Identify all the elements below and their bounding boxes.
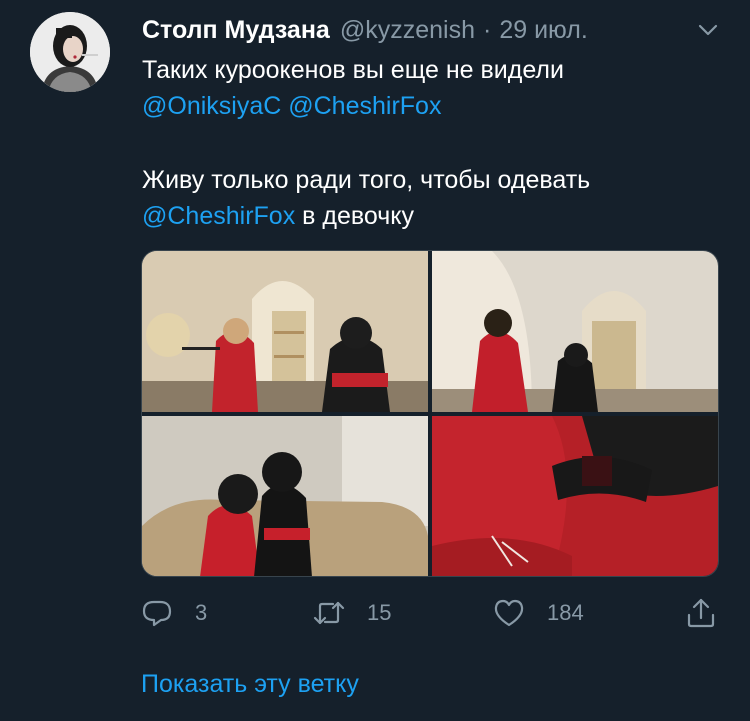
mention-link[interactable]: @OniksiyaC	[142, 92, 281, 120]
photo-1[interactable]	[142, 251, 428, 412]
show-thread-link[interactable]: Показать эту ветку	[141, 670, 359, 699]
reply-button[interactable]: 3	[141, 594, 207, 632]
tweet-line: Таких куроокенов вы еще не видели	[142, 52, 722, 88]
avatar-image	[30, 12, 110, 92]
separator-dot: ·	[483, 15, 492, 44]
tweet-actions: 3 15 184	[141, 594, 721, 632]
author-handle[interactable]: @kyzzenish	[340, 16, 475, 45]
tweet-line-text: в девочку	[302, 202, 414, 230]
like-count: 184	[547, 600, 584, 625]
mention-link[interactable]: @CheshirFox	[142, 202, 295, 230]
reply-count: 3	[195, 600, 208, 625]
tweet-line-text: Живу только ради того, чтобы одевать	[142, 166, 591, 194]
tweet-line-text: Таких куроокенов вы еще не видели	[142, 56, 564, 84]
photo-4[interactable]	[432, 416, 718, 576]
share-icon	[687, 598, 715, 628]
chevron-down-icon[interactable]	[696, 18, 720, 42]
retweet-icon	[313, 601, 345, 625]
tweet-text: Таких куроокенов вы еще не видели @Oniks…	[142, 52, 722, 234]
like-button[interactable]: 184	[493, 594, 584, 632]
reply-icon	[142, 600, 172, 627]
tweet-mentions-line: @OniksiyaC @CheshirFox	[142, 88, 722, 124]
heart-icon	[494, 599, 524, 627]
author-name[interactable]: Столп Мудзана	[142, 16, 330, 45]
retweet-count: 15	[367, 600, 392, 625]
tweet-line: @CheshirFox в девочку	[142, 198, 722, 234]
retweet-button[interactable]: 15	[313, 594, 391, 632]
media-grid	[141, 250, 719, 577]
mention-link[interactable]: @CheshirFox	[288, 92, 441, 120]
author-avatar[interactable]	[30, 12, 110, 92]
share-button[interactable]	[685, 594, 717, 632]
tweet-line: Живу только ради того, чтобы одевать	[142, 162, 722, 198]
photo-2[interactable]	[432, 251, 718, 412]
tweet-header: Столп Мудзана @kyzzenish · 29 июл.	[142, 12, 720, 48]
tweet-date[interactable]: 29 июл.	[499, 16, 587, 45]
photo-3[interactable]	[142, 416, 428, 576]
